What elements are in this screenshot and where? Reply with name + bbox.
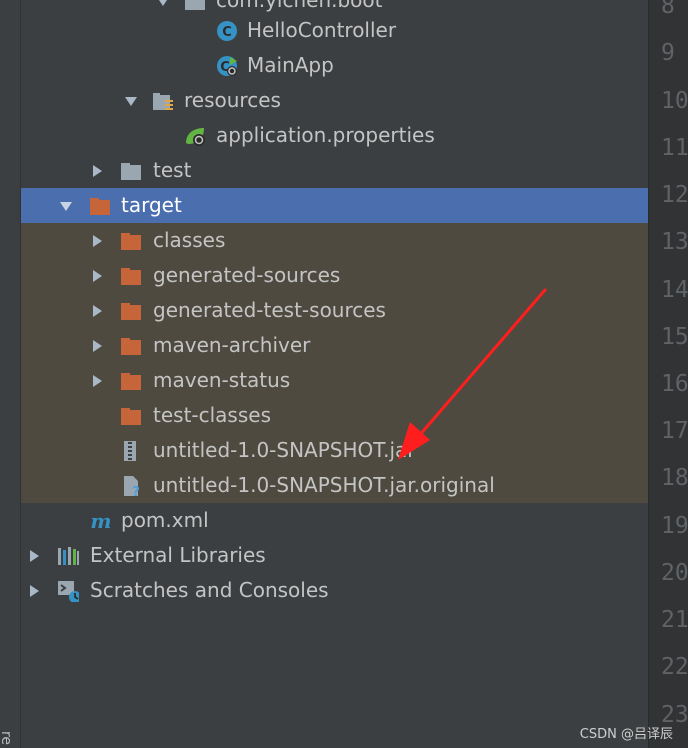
tree-row-maven-archiver[interactable]: maven-archiver bbox=[21, 328, 648, 363]
line-number: 13 bbox=[661, 229, 688, 255]
unknown-file-icon: ? bbox=[124, 476, 140, 497]
svg-text:m: m bbox=[90, 510, 110, 532]
tree-row-main-app[interactable]: C MainApp bbox=[21, 48, 648, 83]
tree-item-label: classes bbox=[153, 228, 226, 252]
line-number: 8 bbox=[661, 0, 675, 19]
scratches-icon bbox=[58, 581, 79, 602]
tree-item-label: test bbox=[153, 158, 192, 182]
chevron-right-icon[interactable] bbox=[87, 328, 107, 363]
tree-row-snapshot-jar-original[interactable]: ? untitled-1.0-SNAPSHOT.jar.original bbox=[21, 468, 648, 503]
line-number: 18 bbox=[661, 465, 688, 491]
tree-row-external-libraries[interactable]: External Libraries bbox=[21, 538, 648, 573]
resources-folder-icon bbox=[153, 93, 173, 110]
chevron-right-icon[interactable] bbox=[87, 153, 107, 188]
tree-item-label: HelloController bbox=[247, 18, 397, 42]
excluded-folder-icon bbox=[121, 338, 141, 355]
tree-item-label: target bbox=[121, 193, 182, 217]
excluded-folder-icon bbox=[121, 233, 141, 250]
excluded-folder-icon bbox=[90, 198, 110, 215]
tree-item-label: test-classes bbox=[153, 403, 271, 427]
excluded-folder-icon bbox=[121, 303, 141, 320]
watermark-text: CSDN @吕译辰 bbox=[579, 727, 673, 742]
chevron-right-icon[interactable] bbox=[24, 538, 44, 573]
tree-row-test[interactable]: test bbox=[21, 153, 648, 188]
line-number: 17 bbox=[661, 418, 688, 444]
excluded-folder-icon bbox=[121, 373, 141, 390]
tree-row-pom-xml[interactable]: m pom.xml bbox=[21, 503, 648, 538]
line-number: 21 bbox=[661, 607, 688, 633]
tree-row-application-properties[interactable]: application.properties bbox=[21, 118, 648, 153]
tree-row-hello-controller[interactable]: C HelloController bbox=[21, 13, 648, 48]
spring-boot-class-icon: C bbox=[217, 56, 237, 76]
line-number: 20 bbox=[661, 560, 688, 586]
tree-item-label: untitled-1.0-SNAPSHOT.jar bbox=[153, 438, 416, 462]
excluded-folder-icon bbox=[121, 268, 141, 285]
libraries-icon bbox=[58, 547, 79, 565]
line-number: 10 bbox=[661, 88, 688, 114]
tree-row-maven-status[interactable]: maven-status bbox=[21, 363, 648, 398]
line-number: 22 bbox=[661, 654, 688, 680]
spring-properties-icon bbox=[186, 128, 205, 146]
tree-item-label: pom.xml bbox=[121, 508, 209, 532]
tree-item-label: maven-status bbox=[153, 368, 291, 392]
chevron-right-icon[interactable] bbox=[87, 258, 107, 293]
chevron-right-icon[interactable] bbox=[87, 223, 107, 258]
tree-item-label: External Libraries bbox=[90, 543, 266, 567]
chevron-right-icon[interactable] bbox=[87, 363, 107, 398]
line-number: 16 bbox=[661, 371, 688, 397]
line-number: 11 bbox=[661, 135, 688, 161]
tree-row-scratches-and-consoles[interactable]: Scratches and Consoles bbox=[21, 573, 648, 608]
line-number: 15 bbox=[661, 324, 688, 350]
chevron-right-icon[interactable] bbox=[87, 293, 107, 328]
project-tree[interactable]: com.yichen.boot C HelloController C Main… bbox=[21, 0, 648, 748]
tree-row-test-classes[interactable]: test-classes bbox=[21, 398, 648, 433]
tree-item-label: generated-sources bbox=[153, 263, 341, 287]
tree-item-label: generated-test-sources bbox=[153, 298, 386, 322]
line-number: 14 bbox=[661, 277, 688, 303]
tree-item-label: MainApp bbox=[247, 53, 334, 77]
tree-row-target[interactable]: target bbox=[21, 188, 648, 223]
tree-row-generated-sources[interactable]: generated-sources bbox=[21, 258, 648, 293]
chevron-down-icon[interactable] bbox=[56, 188, 76, 223]
tree-item-label: Scratches and Consoles bbox=[90, 578, 329, 602]
tree-row-generated-test-sources[interactable]: generated-test-sources bbox=[21, 293, 648, 328]
line-number: 19 bbox=[661, 513, 688, 539]
jar-file-icon bbox=[124, 441, 136, 461]
line-number: 12 bbox=[661, 182, 688, 208]
folder-icon bbox=[121, 163, 141, 180]
excluded-folder-icon bbox=[121, 408, 141, 425]
tree-item-label: untitled-1.0-SNAPSHOT.jar.original bbox=[153, 473, 495, 497]
chevron-down-icon[interactable] bbox=[121, 83, 141, 118]
editor-line-number-gutter: 8 9 10 11 12 13 14 15 16 17 18 19 20 21 … bbox=[648, 0, 688, 748]
tree-item-label: application.properties bbox=[216, 123, 435, 147]
tool-window-label[interactable]: re bbox=[0, 728, 14, 748]
tree-item-label: maven-archiver bbox=[153, 333, 311, 357]
class-icon: C bbox=[217, 21, 237, 41]
svg-text:?: ? bbox=[132, 485, 140, 497]
package-icon bbox=[185, 0, 205, 10]
tree-item-label: resources bbox=[184, 88, 281, 112]
tree-row-snapshot-jar[interactable]: untitled-1.0-SNAPSHOT.jar bbox=[21, 433, 648, 468]
maven-icon: m bbox=[90, 510, 110, 532]
tree-row-resources[interactable]: resources bbox=[21, 83, 648, 118]
left-tool-window-bar[interactable]: re bbox=[0, 0, 21, 748]
tree-row-classes[interactable]: classes bbox=[21, 223, 648, 258]
chevron-right-icon[interactable] bbox=[24, 573, 44, 608]
line-number: 9 bbox=[661, 40, 675, 66]
svg-text:C: C bbox=[222, 25, 232, 40]
